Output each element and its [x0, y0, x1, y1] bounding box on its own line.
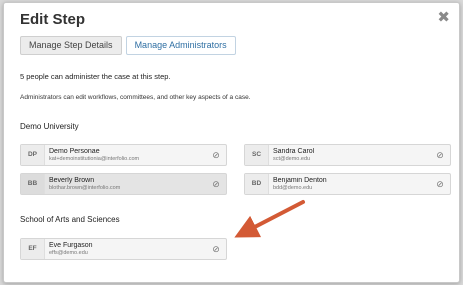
remove-icon[interactable]: ⊘: [430, 150, 450, 161]
admin-description-text: Administrators can edit workflows, commi…: [20, 94, 251, 101]
admin-count-text: 5 people can administer the case at this…: [20, 72, 171, 81]
annotation-arrow-icon: [234, 200, 305, 238]
remove-icon[interactable]: ⊘: [430, 179, 450, 190]
avatar-initials: SC: [245, 145, 269, 165]
modal-title: Edit Step: [20, 11, 86, 28]
admin-email: effs@demo.edu: [49, 249, 88, 256]
admin-email: bdd@demo.edu: [273, 184, 313, 191]
admin-email: sct@demo.edu: [273, 155, 311, 162]
avatar-initials: EF: [21, 239, 45, 259]
admin-card-sc: SC Sandra Carol sct@demo.edu ⊘: [244, 144, 451, 166]
admin-card-dp: DP Demo Personae kat+demoinstitutionia@i…: [20, 144, 227, 166]
admin-name: Beverly Brown: [49, 176, 95, 184]
remove-icon[interactable]: ⊘: [206, 244, 226, 255]
admin-name: Eve Furgason: [49, 241, 93, 249]
remove-icon[interactable]: ⊘: [206, 150, 226, 161]
remove-icon[interactable]: ⊘: [206, 179, 226, 190]
admin-name: Benjamin Denton: [273, 176, 327, 184]
admin-email: blothar.brown@interfolio.com: [49, 184, 121, 191]
group-heading-demo-university: Demo University: [20, 122, 79, 131]
avatar-initials: BB: [21, 174, 45, 194]
avatar-initials: BD: [245, 174, 269, 194]
admin-card-ef: EF Eve Furgason effs@demo.edu ⊘: [20, 238, 227, 260]
tab-manage-administrators[interactable]: Manage Administrators: [125, 36, 236, 55]
admin-card-bb: BB Beverly Brown blothar.brown@interfoli…: [20, 173, 227, 195]
admin-card-bd: BD Benjamin Denton bdd@demo.edu ⊘: [244, 173, 451, 195]
tab-bar: Manage Step Details Manage Administrator…: [20, 36, 236, 55]
avatar-initials: DP: [21, 145, 45, 165]
edit-step-modal: Edit Step ✖ Manage Step Details Manage A…: [3, 2, 460, 283]
admin-name: Demo Personae: [49, 147, 100, 155]
group-heading-arts-sciences: School of Arts and Sciences: [20, 215, 120, 224]
tab-manage-step-details[interactable]: Manage Step Details: [20, 36, 122, 55]
admin-email: kat+demoinstitutionia@interfolio.com: [49, 155, 140, 162]
close-icon[interactable]: ✖: [437, 8, 450, 26]
admin-name: Sandra Carol: [273, 147, 315, 155]
